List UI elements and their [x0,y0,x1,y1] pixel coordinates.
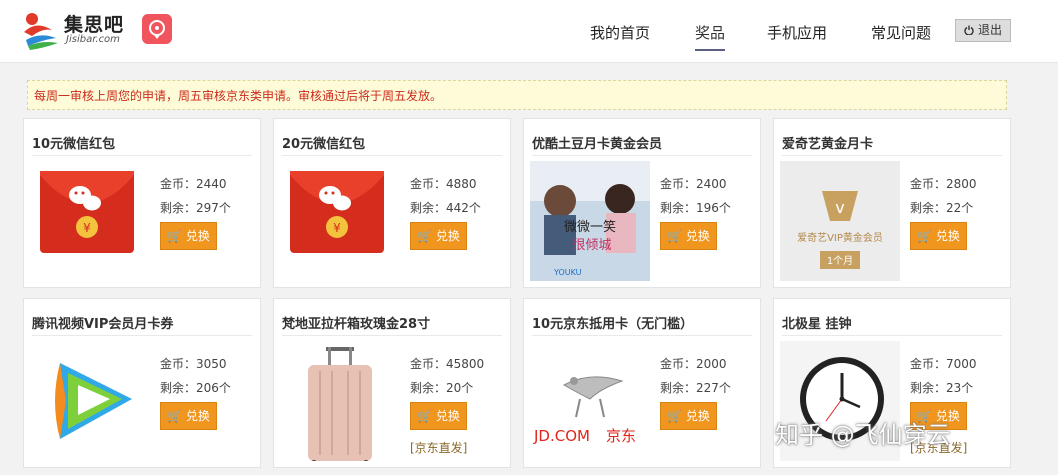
coin-cost: 金币：3050 [160,357,227,371]
divider [782,155,1002,156]
svg-text:¥: ¥ [333,221,341,235]
coin-cost: 金币：2440 [160,177,227,191]
remaining-stock: 剩余：22个 [910,201,974,215]
notice-banner: 每周一审核上周您的申请，周五审核京东类申请。审核通过后将于周五发放。 [27,80,1007,110]
product-title: 爱奇艺黄金月卡 [782,137,874,152]
logo-text: 集思吧 [64,14,125,36]
coin-cost: 金币：2800 [910,177,977,191]
exchange-button[interactable]: 🛒 兑换 [660,402,717,430]
nav-prizes[interactable]: 奖品 [695,22,726,51]
remaining-stock: 剩余：442个 [410,201,481,215]
cart-icon: 🛒 [417,229,433,243]
svg-text:微微一笑: 微微一笑 [564,219,616,235]
divider [782,335,1002,336]
svg-text:YOUKU: YOUKU [553,268,582,277]
coin-cost: 金币：4880 [410,177,477,191]
svg-text:v: v [835,198,844,217]
exchange-button[interactable]: 🛒 兑换 [160,402,217,430]
power-icon [964,25,974,36]
product-card: 优酷土豆月卡黄金会员 微微一笑 很倾城 YOUKU 金币：2400 剩余：196… [523,118,761,288]
wechat-red-packet-icon: ¥ [40,171,134,253]
product-card: 10元京东抵用卡（无门槛） JD.COM 京东 金币：2000 剩余：227个 … [523,298,761,468]
svg-text:JD.COM: JD.COM [533,427,590,445]
product-title: 优酷土豆月卡黄金会员 [532,137,663,152]
product-image[interactable] [280,341,400,461]
remaining-stock: 剩余：23个 [910,381,974,395]
svg-text:很倾城: 很倾城 [572,238,611,253]
exchange-button[interactable]: 🛒 兑换 [410,222,467,250]
divider [532,155,752,156]
product-image[interactable]: 微微一笑 很倾城 YOUKU [530,161,650,281]
jd-direct-tag: [京东直发] [410,441,468,455]
remaining-stock: 剩余：20个 [410,381,474,395]
coin-cost: 金币：7000 [910,357,977,371]
watermark: 知乎 @飞仙穿云 [775,421,951,449]
product-title: 10元微信红包 [32,137,116,152]
product-image[interactable] [30,341,150,461]
app-icon[interactable] [142,14,172,44]
product-title: 北极星 挂钟 [782,317,852,332]
site-logo[interactable]: 集思吧 Jisibar.com [22,10,132,50]
cart-icon: 🛒 [917,229,933,243]
product-title: 20元微信红包 [282,137,366,152]
logout-button[interactable]: 退出 [955,19,1011,42]
product-card: 梵地亚拉杆箱玫瑰金28寸 金币：45800 剩余：20个 🛒 兑换 [京东直发] [273,298,511,468]
cart-icon: 🛒 [667,409,683,423]
logout-label: 退出 [977,23,1002,37]
divider [32,335,252,336]
exchange-button[interactable]: 🛒 兑换 [160,222,217,250]
cart-icon: 🛒 [417,409,433,423]
divider [282,335,502,336]
jd-logo-image: JD.COM 京东 [533,376,636,445]
coin-cost: 金币：2400 [660,177,727,191]
cart-icon: 🛒 [167,409,183,423]
remaining-stock: 剩余：206个 [160,381,231,395]
remaining-stock: 剩余：227个 [660,381,731,395]
product-image[interactable]: JD.COM 京东 [530,341,650,461]
divider [32,155,252,156]
wechat-red-packet-icon: ¥ [290,171,384,253]
youku-poster-image: 微微一笑 很倾城 YOUKU [530,161,650,281]
iqiyi-vip-card-image: v 爱奇艺VIP黄金会员 1个月 [780,161,900,281]
product-title: 10元京东抵用卡（无门槛） [532,317,694,332]
svg-text:爱奇艺VIP黄金会员: 爱奇艺VIP黄金会员 [797,231,883,244]
tencent-video-logo-icon [55,363,132,439]
cart-icon: 🛒 [167,229,183,243]
exchange-button[interactable]: 🛒 兑换 [410,402,467,430]
product-card: 10元微信红包 ¥ 金币：2440 剩余：297个 🛒 兑换 [23,118,261,288]
coin-cost: 金币：2000 [660,357,727,371]
svg-text:1个月: 1个月 [827,255,853,267]
product-card: 爱奇艺黄金月卡 v 爱奇艺VIP黄金会员 1个月 金币：2800 剩余：22个 … [773,118,1011,288]
product-image[interactable]: ¥ [30,161,150,281]
product-card: 20元微信红包 ¥ 金币：4880 剩余：442个 🛒 兑换 [273,118,511,288]
product-title: 梵地亚拉杆箱玫瑰金28寸 [282,317,431,332]
nav-home[interactable]: 我的首页 [590,22,650,43]
logo-figure-icon [24,13,58,50]
svg-text:京东: 京东 [606,427,636,445]
header: 集思吧 Jisibar.com 我的首页 奖品 手机应用 常见问题 退出 [0,0,1058,63]
product-image[interactable]: v 爱奇艺VIP黄金会员 1个月 [780,161,900,281]
remaining-stock: 剩余：196个 [660,201,731,215]
nav-faq[interactable]: 常见问题 [871,22,931,43]
app-glyph-icon [149,20,165,39]
remaining-stock: 剩余：297个 [160,201,231,215]
product-image[interactable]: ¥ [280,161,400,281]
divider [532,335,752,336]
logo-subtitle: Jisibar.com [66,34,120,45]
product-title: 腾讯视频VIP会员月卡券 [32,317,174,332]
exchange-button[interactable]: 🛒 兑换 [910,222,967,250]
divider [282,155,502,156]
coin-cost: 金币：45800 [410,357,485,371]
luggage-image [308,347,372,461]
product-card: 腾讯视频VIP会员月卡券 金币：3050 剩余：206个 🛒 兑换 [23,298,261,468]
nav-mobile-app[interactable]: 手机应用 [767,22,827,43]
svg-text:¥: ¥ [83,221,91,235]
cart-icon: 🛒 [667,229,683,243]
exchange-button[interactable]: 🛒 兑换 [660,222,717,250]
